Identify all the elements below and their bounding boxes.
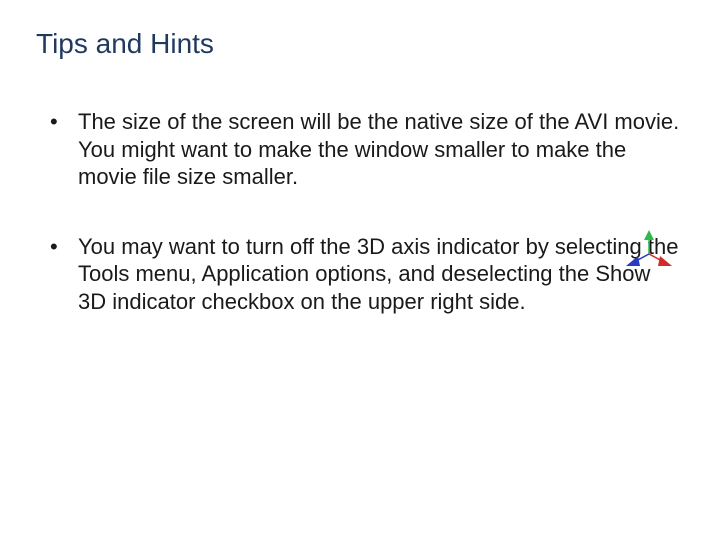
bullet-item: The size of the screen will be the nativ… <box>50 108 684 191</box>
bullet-list: The size of the screen will be the nativ… <box>36 108 684 315</box>
bullet-item: You may want to turn off the 3D axis ind… <box>50 233 684 316</box>
slide-title: Tips and Hints <box>36 28 684 60</box>
3d-axis-indicator-icon <box>622 228 676 272</box>
